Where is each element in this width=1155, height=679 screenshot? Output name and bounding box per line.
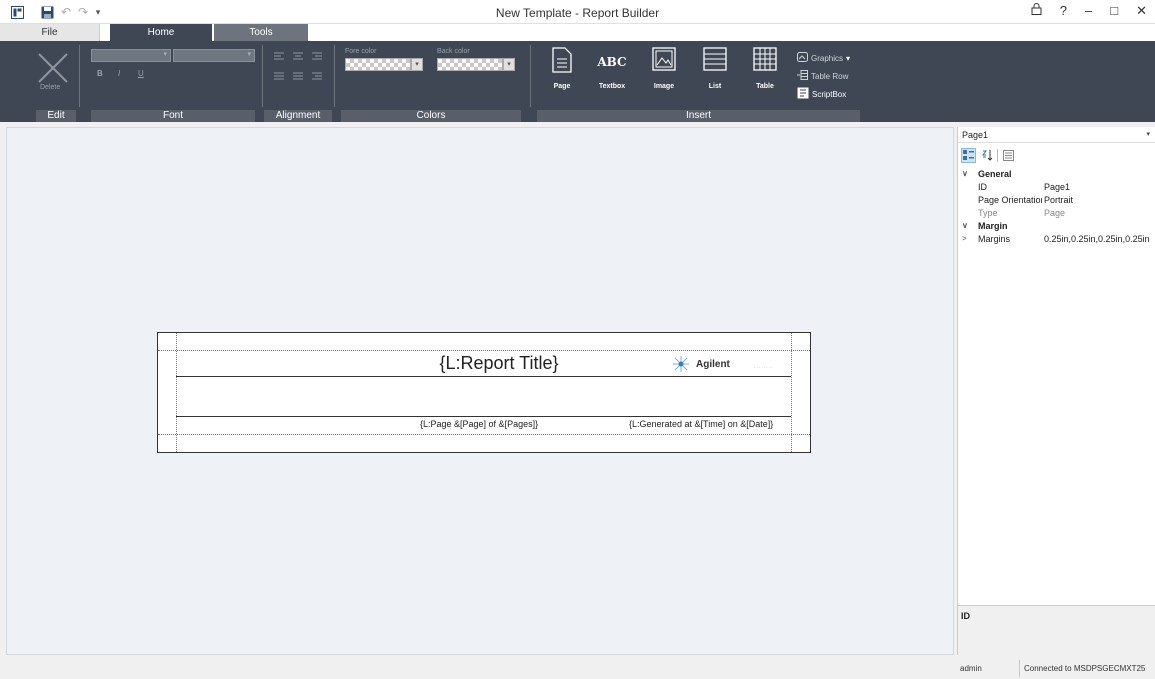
chevron-down-icon: ∨ <box>962 221 968 230</box>
insert-image-button[interactable]: Image <box>641 45 687 97</box>
properties-toolbar <box>958 145 1155 165</box>
status-connection: Connected to MSDPSGECMXT25 <box>1024 664 1146 673</box>
close-icon[interactable]: ✕ <box>1136 3 1147 19</box>
align-top-right-icon <box>312 52 322 60</box>
description-title: ID <box>961 611 970 621</box>
page-icon <box>539 47 585 75</box>
object-selector[interactable]: Page1 ▾ <box>958 127 1155 143</box>
group-label-edit: Edit <box>36 110 76 122</box>
tab-home[interactable]: Home <box>110 24 212 41</box>
property-row-id[interactable]: ID Page1 <box>958 182 1155 195</box>
company-logo[interactable]: Agilent <box>670 355 730 373</box>
delete-icon <box>38 53 68 83</box>
align-bottom-center-icon <box>293 72 303 80</box>
group-label-alignment: Alignment <box>264 110 332 122</box>
categorized-icon[interactable] <box>961 147 976 163</box>
graphics-label: Graphics <box>811 53 844 63</box>
property-pages-icon[interactable] <box>1001 148 1016 163</box>
underline-button[interactable]: U <box>138 69 144 78</box>
back-color-swatch[interactable] <box>437 58 503 71</box>
title-bar: ↶ ↷ ▾ New Template - Report Builder ? – … <box>0 0 1155 24</box>
italic-button[interactable]: I <box>118 69 120 78</box>
delete-button[interactable] <box>36 51 70 87</box>
help-icon[interactable]: ? <box>1060 3 1067 19</box>
property-description: ID <box>958 605 1155 655</box>
fore-color-label: Fore color <box>345 48 377 55</box>
ribbon-tabs: File Home Tools <box>0 24 1155 41</box>
back-color-label: Back color <box>437 48 470 55</box>
property-row-margins[interactable]: > Margins 0.25in,0.25in,0.25in,0.25in <box>958 234 1155 247</box>
group-label-colors: Colors <box>341 110 521 122</box>
lock-icon[interactable] <box>1031 3 1042 19</box>
image-label: Image <box>653 83 675 90</box>
insert-textbox-button[interactable]: ABC Textbox <box>589 45 635 97</box>
group-label-insert: Insert <box>537 110 860 122</box>
align-bottom-left-icon <box>274 72 284 80</box>
alignment-buttons <box>271 49 327 85</box>
generated-at-textbox[interactable]: {L:Generated at &[Time] on &[Date]} <box>629 419 773 429</box>
ribbon: Delete ▾ ▾ B I U Fore color ▾ Back color… <box>0 41 1155 122</box>
fore-color-dropdown[interactable]: ▾ <box>411 58 423 71</box>
report-page[interactable]: {L:Report Title} Agilent · · · · · · · ·… <box>157 332 811 453</box>
category-margin[interactable]: ∨ Margin <box>958 221 1155 234</box>
object-selector-value: Page1 <box>962 130 989 140</box>
fore-color-swatch[interactable] <box>345 58 411 71</box>
property-row-type[interactable]: Type Page <box>958 208 1155 221</box>
status-bar: admin Connected to MSDPSGECMXT25 <box>0 658 1155 679</box>
align-top-left-icon <box>274 52 284 60</box>
table-row-label: Table Row <box>811 71 849 81</box>
delete-label: Delete <box>40 84 61 91</box>
textbox-label: Textbox <box>598 83 626 90</box>
back-color-dropdown[interactable]: ▾ <box>503 58 515 71</box>
chevron-down-icon: ∨ <box>962 169 968 178</box>
window-title: New Template - Report Builder <box>495 6 660 20</box>
chevron-right-icon: > <box>962 234 967 243</box>
minimize-icon[interactable]: – <box>1085 3 1092 19</box>
graphics-menu[interactable]: Graphics ▾ <box>797 52 850 64</box>
align-top-center-icon <box>293 52 303 60</box>
scriptbox-button[interactable]: ScriptBox <box>797 87 846 101</box>
design-canvas[interactable]: {L:Report Title} Agilent · · · · · · · ·… <box>6 127 954 655</box>
property-row-orientation[interactable]: Page Orientation Portrait <box>958 195 1155 208</box>
font-size-combo[interactable]: ▾ <box>173 49 255 62</box>
scriptbox-label: ScriptBox <box>812 89 847 99</box>
textbox-icon: ABC <box>597 55 627 69</box>
graphics-dropdown-icon: ▾ <box>846 53 851 63</box>
table-row-icon <box>797 70 808 82</box>
insert-page-button[interactable]: Page <box>539 45 585 97</box>
chevron-down-icon: ▾ <box>1146 131 1150 138</box>
page-label: Page <box>553 83 571 90</box>
category-general[interactable]: ∨ General <box>958 169 1155 182</box>
insert-table-button[interactable]: Table <box>742 45 788 97</box>
table-icon <box>742 47 788 75</box>
insert-list-button[interactable]: List <box>692 45 738 97</box>
maximize-icon[interactable]: □ <box>1110 3 1118 19</box>
graphics-icon <box>797 52 808 64</box>
image-icon <box>641 47 687 75</box>
status-user: admin <box>960 664 982 673</box>
tab-file[interactable]: File <box>0 24 100 41</box>
sort-alphabetical-icon[interactable] <box>979 148 994 163</box>
list-label: List <box>708 83 722 90</box>
table-row-button[interactable]: Table Row <box>797 70 848 82</box>
agilent-spark-icon <box>673 356 689 372</box>
bold-button[interactable]: B <box>97 69 103 78</box>
list-icon <box>692 47 738 75</box>
logo-tagline: · · · · · · · · <box>754 365 773 370</box>
page-number-textbox[interactable]: {L:Page &[Page] of &[Pages]} <box>420 419 538 429</box>
logo-text: Agilent <box>696 358 730 370</box>
tab-tools[interactable]: Tools <box>214 24 308 41</box>
table-label: Table <box>756 83 774 90</box>
properties-panel: Page1 ▾ ∨ General ID Page1 Page Orientat… <box>957 127 1155 655</box>
align-bottom-right-icon <box>312 72 322 80</box>
group-label-font: Font <box>91 110 255 122</box>
scriptbox-icon <box>797 87 809 101</box>
font-family-combo[interactable]: ▾ <box>91 49 171 62</box>
